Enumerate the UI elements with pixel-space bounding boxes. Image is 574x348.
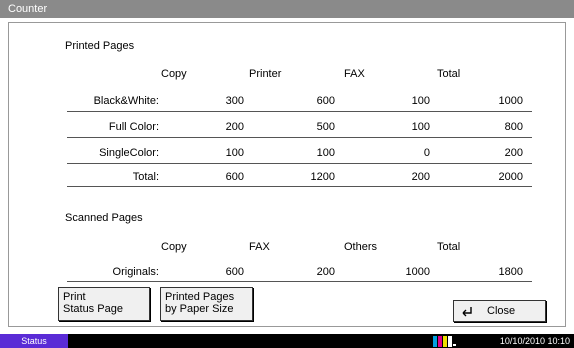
scanned-pages-title: Scanned Pages [65, 212, 143, 224]
bw-total: 1000 [498, 95, 523, 107]
row-label-single-color: SingleColor: [99, 147, 159, 159]
singlecolor-total: 200 [504, 147, 523, 159]
printed-pages-title: Printed Pages [65, 40, 135, 52]
row-divider [67, 137, 532, 138]
row-divider [67, 163, 532, 164]
row-label-total: Total: [132, 171, 159, 183]
singlecolor-printer: 100 [316, 147, 335, 159]
window-title: Counter [0, 0, 574, 18]
printed-pages-by-paper-size-button[interactable]: Printed Pages by Paper Size [160, 287, 253, 321]
row-label-full-color: Full Color: [108, 121, 159, 133]
total-fax: 200 [411, 171, 430, 183]
fullcolor-printer: 500 [316, 121, 335, 133]
row-label-bw: Black&White: [93, 95, 159, 107]
scanned-header-total: Total [437, 241, 461, 253]
total-total: 2000 [498, 171, 523, 183]
singlecolor-copy: 100 [225, 147, 244, 159]
row-label-originals: Originals: [112, 266, 159, 278]
print-status-page-button[interactable]: Print Status Page [58, 287, 150, 321]
print-status-label-line1: Print [63, 291, 86, 303]
bw-copy: 300 [225, 95, 244, 107]
by-paper-label-line1: Printed Pages [165, 291, 235, 303]
status-bar: Status 10/10/2010 10:10 [0, 334, 574, 348]
status-tab[interactable]: Status [0, 334, 68, 348]
by-paper-label-line2: by Paper Size [165, 303, 234, 315]
printed-header-fax: FAX [344, 68, 365, 80]
bw-fax: 100 [411, 95, 430, 107]
close-label: Close [487, 305, 516, 317]
fullcolor-total: 800 [504, 121, 523, 133]
scanned-header-fax: FAX [249, 241, 270, 253]
close-button[interactable]: Close [453, 300, 546, 322]
originals-others: 1000 [405, 266, 430, 278]
scanned-header-copy: Copy [161, 241, 187, 253]
singlecolor-fax: 0 [423, 147, 430, 159]
counter-panel: Printed Pages Copy Printer FAX Total Bla… [8, 22, 566, 327]
enter-arrow-icon [462, 307, 472, 317]
originals-total: 1800 [498, 266, 523, 278]
clock: 10/10/2010 10:10 [499, 336, 570, 346]
toner-level-icon [433, 336, 456, 347]
row-divider [67, 186, 532, 187]
printed-header-printer: Printer [249, 68, 282, 80]
printed-header-copy: Copy [161, 68, 187, 80]
originals-fax: 200 [316, 266, 335, 278]
originals-copy: 600 [225, 266, 244, 278]
scanned-header-others: Others [344, 241, 378, 253]
total-copy: 600 [225, 171, 244, 183]
fullcolor-fax: 100 [411, 121, 430, 133]
bw-printer: 600 [316, 95, 335, 107]
row-divider [67, 281, 532, 282]
row-divider [67, 111, 532, 112]
fullcolor-copy: 200 [225, 121, 244, 133]
printed-header-total: Total [437, 68, 461, 80]
total-printer: 1200 [310, 171, 335, 183]
print-status-label-line2: Status Page [63, 303, 123, 315]
